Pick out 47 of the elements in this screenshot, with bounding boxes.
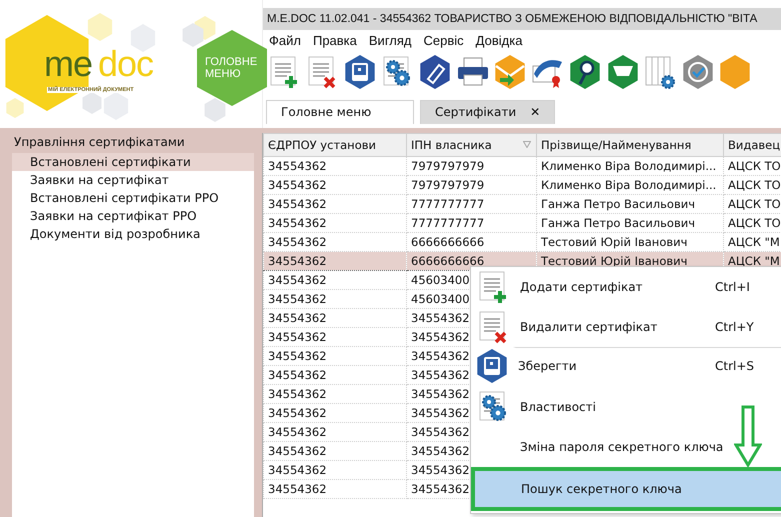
menu-item[interactable]: Довідка xyxy=(476,32,522,50)
table-cell: 34554362 xyxy=(264,384,406,404)
table-cell: 34554362 xyxy=(264,156,406,176)
table-cell: 34554362 xyxy=(264,442,406,460)
table-cell: 7979797979 xyxy=(406,156,536,176)
sidebar-item[interactable]: Заявки на сертифікат РРО xyxy=(12,207,254,225)
tab[interactable]: Головне меню xyxy=(266,100,414,124)
table-cell: Клименко Віра Володимирі... xyxy=(536,156,724,176)
table-cell: 34554362 xyxy=(264,328,406,346)
table-cell: 7979797979 xyxy=(406,176,536,194)
column-header[interactable]: ІПН власника xyxy=(406,134,536,156)
table-cell: 34554362 xyxy=(264,214,406,232)
table-cell: 34554362 xyxy=(264,366,406,384)
table-cell: 34554362 xyxy=(264,480,406,498)
table-cell: 34554362 xyxy=(264,346,406,366)
table-cell: 7777777777 xyxy=(406,214,536,232)
table-cell: 34554362 xyxy=(264,404,406,422)
table-cell: 34554362 xyxy=(264,308,406,328)
table-cell: 34554362 xyxy=(264,460,406,480)
column-header[interactable]: ЄДРПОУ установи xyxy=(264,134,406,156)
sidebar-item[interactable]: Встановлені сертифікати xyxy=(12,153,254,171)
arrow-annotation xyxy=(734,405,762,467)
sidebar-item[interactable]: Заявки на сертифікат xyxy=(12,171,254,189)
column-header[interactable]: Видавец xyxy=(724,134,781,156)
table-cell: 34554362 xyxy=(264,422,406,442)
table-cell: 7777777777 xyxy=(406,194,536,214)
column-header[interactable]: Прізвище/Найменування xyxy=(536,134,724,156)
tab[interactable]: Сертифікати ✕ xyxy=(420,100,556,124)
menu-item[interactable]: Правка xyxy=(312,32,357,50)
sidebar-item[interactable]: Встановлені сертифікати РРО xyxy=(12,189,254,207)
menu-item[interactable]: Пошук секретного ключа xyxy=(471,467,781,511)
table-cell: Ганжа Петро Васильович xyxy=(536,214,724,232)
table-cell: 34554362 xyxy=(264,176,406,194)
menu-item[interactable]: Файл xyxy=(269,32,301,50)
menu-item[interactable]: Сервіс xyxy=(424,32,464,50)
sidebar-item[interactable]: Документи від розробника xyxy=(12,225,254,243)
table-cell: 34554362 xyxy=(264,270,406,290)
menu-item[interactable]: Вигляд xyxy=(368,32,412,50)
table-cell: 34554362 xyxy=(264,290,406,308)
table-cell: Клименко Віра Володимирі... xyxy=(536,176,724,194)
panel-title: Управління сертифікатами xyxy=(13,134,186,151)
table-cell: Ганжа Петро Васильович xyxy=(536,194,724,214)
window-title: M.E.DOC 11.02.041 - 34554362 ТОВАРИСТВО З ОБМЕЖЕНОЮ ВІДПОВІДАЛЬНІСТЮ "ВІТА xyxy=(263,8,781,30)
logo-text: doc xyxy=(98,46,154,82)
close-icon[interactable]: ✕ xyxy=(530,101,540,124)
table-cell: 34554362 xyxy=(264,252,406,270)
table-cell: 34554362 xyxy=(264,194,406,214)
